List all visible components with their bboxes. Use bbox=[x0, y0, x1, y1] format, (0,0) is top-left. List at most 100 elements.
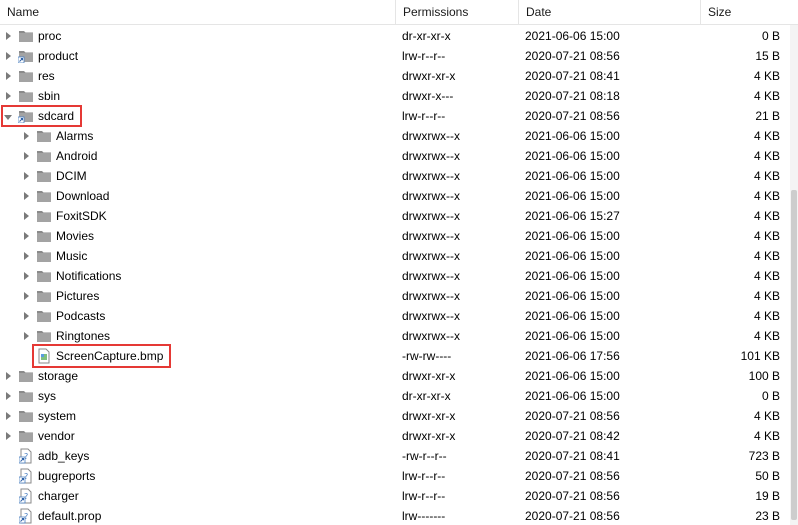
file-name: vendor bbox=[38, 429, 75, 443]
name-cell: sbin bbox=[0, 86, 396, 106]
date-cell: 2021-06-06 15:00 bbox=[525, 169, 620, 183]
file-name: sdcard bbox=[38, 109, 75, 123]
permissions-cell: -rw-rw---- bbox=[402, 349, 452, 363]
file-name: Android bbox=[56, 149, 98, 163]
permissions-cell: drwxrwx--x bbox=[402, 229, 460, 243]
table-row[interactable]: system drwxr-xr-x 2020-07-21 08:56 4 KB bbox=[0, 406, 790, 426]
table-row[interactable]: Podcasts drwxrwx--x 2021-06-06 15:00 4 KB bbox=[0, 306, 790, 326]
column-header-permissions[interactable]: Permissions bbox=[396, 0, 519, 25]
table-row[interactable]: sys dr-xr-xr-x 2021-06-06 15:00 0 B bbox=[0, 386, 790, 406]
permissions-cell: drwxrwx--x bbox=[402, 209, 460, 223]
expand-arrow-icon[interactable] bbox=[0, 28, 16, 44]
column-header-size[interactable]: Size bbox=[701, 0, 790, 25]
table-row[interactable]: vendor drwxr-xr-x 2020-07-21 08:42 4 KB bbox=[0, 426, 790, 446]
expand-arrow-icon[interactable] bbox=[18, 308, 34, 324]
folder-icon bbox=[18, 428, 34, 444]
permissions-cell: drwxrwx--x bbox=[402, 129, 460, 143]
date-cell: 2021-06-06 15:00 bbox=[525, 289, 620, 303]
expand-arrow-icon[interactable] bbox=[0, 48, 16, 64]
table-row[interactable]: sdcard lrw-r--r-- 2020-07-21 08:56 21 B bbox=[0, 106, 790, 126]
name-cell: vendor bbox=[0, 426, 396, 446]
expand-arrow-icon[interactable] bbox=[0, 68, 16, 84]
expand-arrow-icon[interactable] bbox=[18, 228, 34, 244]
scrollbar-thumb[interactable] bbox=[791, 190, 797, 520]
size-cell: 4 KB bbox=[753, 269, 780, 283]
table-row[interactable]: storage drwxr-xr-x 2021-06-06 15:00 100 B bbox=[0, 366, 790, 386]
table-row[interactable]: ? adb_keys -rw-r--r-- 2020-07-21 08:41 723 B bbox=[0, 446, 790, 466]
expand-arrow-icon[interactable] bbox=[18, 268, 34, 284]
file-link-icon: ? bbox=[18, 508, 34, 524]
expand-arrow-icon[interactable] bbox=[18, 248, 34, 264]
expand-arrow-icon[interactable] bbox=[18, 328, 34, 344]
table-row[interactable]: Download drwxrwx--x 2021-06-06 15:00 4 KB bbox=[0, 186, 790, 206]
file-name: sys bbox=[38, 389, 56, 403]
date-cell: 2020-07-21 08:18 bbox=[525, 89, 620, 103]
expand-arrow-icon[interactable] bbox=[0, 408, 16, 424]
table-row[interactable]: sbin drwxr-x--- 2020-07-21 08:18 4 KB bbox=[0, 86, 790, 106]
table-row[interactable]: product lrw-r--r-- 2020-07-21 08:56 15 B bbox=[0, 46, 790, 66]
table-row[interactable]: Music drwxrwx--x 2021-06-06 15:00 4 KB bbox=[0, 246, 790, 266]
file-name: default.prop bbox=[38, 509, 102, 523]
table-row[interactable]: DCIM drwxrwx--x 2021-06-06 15:00 4 KB bbox=[0, 166, 790, 186]
expand-arrow-icon[interactable] bbox=[0, 368, 16, 384]
date-cell: 2020-07-21 08:56 bbox=[525, 409, 620, 423]
size-cell: 50 B bbox=[755, 469, 780, 483]
table-row[interactable]: ? charger lrw-r--r-- 2020-07-21 08:56 19 B bbox=[0, 486, 790, 506]
size-cell: 4 KB bbox=[753, 209, 780, 223]
table-row[interactable]: FoxitSDK drwxrwx--x 2021-06-06 15:27 4 KB bbox=[0, 206, 790, 226]
folder-icon bbox=[36, 128, 52, 144]
expand-arrow-icon[interactable] bbox=[18, 168, 34, 184]
expand-arrow-icon[interactable] bbox=[18, 188, 34, 204]
table-row[interactable]: Alarms drwxrwx--x 2021-06-06 15:00 4 KB bbox=[0, 126, 790, 146]
size-cell: 4 KB bbox=[753, 229, 780, 243]
table-row[interactable]: Ringtones drwxrwx--x 2021-06-06 15:00 4 KB bbox=[0, 326, 790, 346]
size-cell: 21 B bbox=[755, 109, 780, 123]
expand-arrow-icon[interactable] bbox=[18, 208, 34, 224]
name-cell: Android bbox=[0, 146, 396, 166]
table-row[interactable]: ScreenCapture.bmp -rw-rw---- 2021-06-06 17… bbox=[0, 346, 790, 366]
table-row[interactable]: ? bugreports lrw-r--r-- 2020-07-21 08:56 50 … bbox=[0, 466, 790, 486]
permissions-cell: lrw-r--r-- bbox=[402, 489, 446, 503]
permissions-cell: drwxrwx--x bbox=[402, 289, 460, 303]
expand-arrow-icon[interactable] bbox=[0, 388, 16, 404]
table-row[interactable]: Android drwxrwx--x 2021-06-06 15:00 4 KB bbox=[0, 146, 790, 166]
collapse-arrow-icon[interactable] bbox=[0, 108, 16, 124]
name-cell: Pictures bbox=[0, 286, 396, 306]
date-cell: 2020-07-21 08:56 bbox=[525, 469, 620, 483]
table-row[interactable]: Pictures drwxrwx--x 2021-06-06 15:00 4 KB bbox=[0, 286, 790, 306]
folder-icon bbox=[18, 28, 34, 44]
folder-icon bbox=[36, 288, 52, 304]
expand-arrow-icon[interactable] bbox=[18, 128, 34, 144]
permissions-cell: drwxrwx--x bbox=[402, 309, 460, 323]
folder-icon bbox=[18, 388, 34, 404]
table-row[interactable]: Notifications drwxrwx--x 2021-06-06 15:00 4… bbox=[0, 266, 790, 286]
size-cell: 4 KB bbox=[753, 89, 780, 103]
vertical-scrollbar[interactable] bbox=[790, 25, 798, 525]
table-row[interactable]: ? default.prop lrw------- 2020-07-21 08:56 2… bbox=[0, 506, 790, 525]
column-header-name[interactable]: Name bbox=[0, 0, 396, 25]
permissions-cell: lrw-r--r-- bbox=[402, 49, 446, 63]
expand-arrow-icon[interactable] bbox=[18, 288, 34, 304]
file-name: bugreports bbox=[38, 469, 96, 483]
column-header-date[interactable]: Date bbox=[519, 0, 701, 25]
folder-icon bbox=[36, 188, 52, 204]
name-cell: Podcasts bbox=[0, 306, 396, 326]
date-cell: 2020-07-21 08:56 bbox=[525, 509, 620, 523]
permissions-cell: lrw------- bbox=[402, 509, 446, 523]
date-cell: 2020-07-21 08:56 bbox=[525, 489, 620, 503]
name-cell: Ringtones bbox=[0, 326, 396, 346]
size-cell: 4 KB bbox=[753, 289, 780, 303]
file-name: Movies bbox=[56, 229, 95, 243]
file-link-icon: ? bbox=[18, 468, 34, 484]
expand-arrow-icon[interactable] bbox=[0, 428, 16, 444]
table-row[interactable]: Movies drwxrwx--x 2021-06-06 15:00 4 KB bbox=[0, 226, 790, 246]
table-row[interactable]: proc dr-xr-xr-x 2021-06-06 15:00 0 B bbox=[0, 26, 790, 46]
file-name: charger bbox=[38, 489, 79, 503]
date-cell: 2021-06-06 15:00 bbox=[525, 229, 620, 243]
expand-arrow-icon[interactable] bbox=[18, 148, 34, 164]
size-cell: 4 KB bbox=[753, 149, 780, 163]
table-row[interactable]: res drwxr-xr-x 2020-07-21 08:41 4 KB bbox=[0, 66, 790, 86]
expand-arrow-icon[interactable] bbox=[0, 88, 16, 104]
permissions-cell: dr-xr-xr-x bbox=[402, 389, 451, 403]
